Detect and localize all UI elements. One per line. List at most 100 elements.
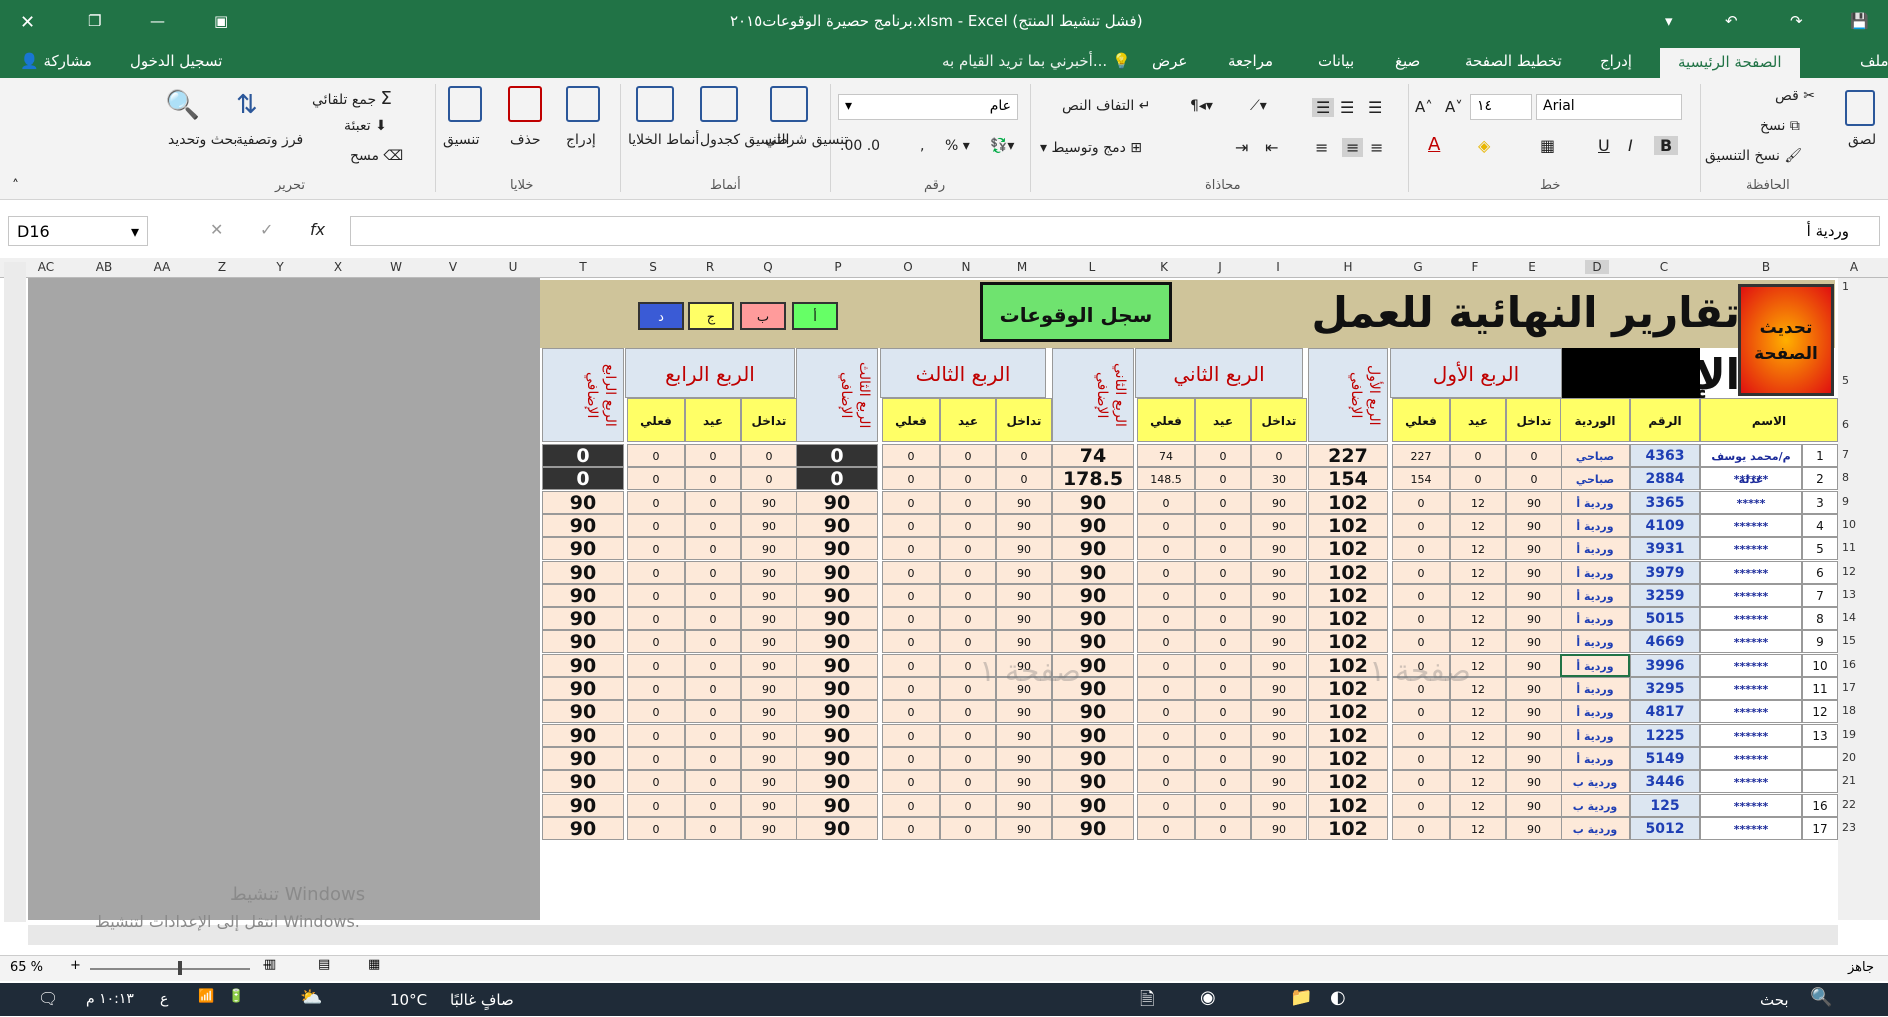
row-header[interactable]: 13 (1842, 588, 1856, 601)
comma-icon[interactable]: , (920, 138, 924, 154)
clock[interactable]: ١٠:١٣ م (86, 991, 134, 1007)
column-header[interactable]: F (1463, 260, 1487, 274)
selected-cell[interactable] (1560, 654, 1630, 677)
tab-home[interactable]: الصفحة الرئيسية (1660, 48, 1800, 78)
tab-view[interactable]: عرض (1152, 52, 1187, 70)
italic-button[interactable]: I (1628, 136, 1633, 155)
shrink-font-icon[interactable]: A˅ (1445, 98, 1463, 116)
vertical-scrollbar[interactable] (4, 262, 26, 922)
column-header[interactable]: P (826, 260, 850, 274)
cancel-icon[interactable]: ✕ (210, 220, 223, 239)
minimize-icon[interactable]: — (150, 12, 165, 30)
column-header[interactable]: M (1010, 260, 1034, 274)
cell-styles-button[interactable]: أنماط الخلايا (628, 132, 699, 148)
search-label[interactable]: بحث (1760, 991, 1789, 1009)
outdent-icon[interactable]: ⇤ (1265, 138, 1278, 157)
align-right-icon[interactable]: ≡ (1315, 138, 1328, 157)
fill-color-icon[interactable]: ◈ (1478, 136, 1490, 155)
column-header[interactable]: O (896, 260, 920, 274)
chrome-icon[interactable]: ◉ (1200, 987, 1216, 1008)
column-header[interactable]: U (501, 260, 525, 274)
formula-input[interactable]: وردية أ (350, 216, 1880, 246)
rtl-icon[interactable]: ¶◂▾ (1190, 98, 1213, 114)
normal-view-icon[interactable]: ▦ (368, 957, 380, 972)
underline-button[interactable]: U (1598, 136, 1610, 155)
notifications-icon[interactable]: 🗨 (38, 989, 58, 1008)
column-header[interactable]: X (326, 260, 350, 274)
fill-button[interactable]: تعبئة ⬇ (344, 118, 387, 134)
weather-icon[interactable]: ⛅ (300, 987, 322, 1008)
cut-button[interactable]: قص ✂ (1775, 88, 1815, 104)
explorer-icon[interactable]: 📁 (1290, 987, 1312, 1008)
font-size-select[interactable]: ١٤ (1470, 94, 1532, 120)
row-header[interactable]: 7 (1842, 448, 1849, 461)
qat-customize-icon[interactable]: ▾ (1665, 12, 1673, 30)
row-header[interactable]: 21 (1842, 774, 1856, 787)
zoom-thumb[interactable] (178, 961, 182, 975)
column-header[interactable]: L (1080, 260, 1104, 274)
share-button[interactable]: 👤 مشاركة (20, 52, 92, 70)
tab-formulas[interactable]: صيغ (1395, 52, 1420, 70)
column-header[interactable]: W (384, 260, 408, 274)
zoom-slider[interactable] (90, 968, 250, 970)
row-header[interactable]: 9 (1842, 495, 1849, 508)
delete-button[interactable]: حذف (510, 132, 541, 148)
row-header[interactable]: 11 (1842, 541, 1856, 554)
copy-button[interactable]: نسخ ⧉ (1760, 118, 1800, 134)
column-header[interactable]: AB (92, 260, 116, 274)
battery-icon[interactable]: 🔋 (228, 989, 244, 1004)
button-1[interactable]: أ (792, 302, 838, 330)
row-header[interactable]: 20 (1842, 751, 1856, 764)
spreadsheet-grid[interactable]: تقارير النهائية للعمل الإضافيتحديث الصفح… (540, 278, 1838, 920)
align-middle-icon[interactable]: ☰ (1340, 98, 1354, 117)
zoom-level[interactable]: 65 % (10, 960, 43, 975)
column-header[interactable]: AA (150, 260, 174, 274)
zoom-out-icon[interactable]: + (70, 958, 81, 973)
row-header[interactable]: 16 (1842, 658, 1856, 671)
excel-app-icon[interactable]: 🗎 (1140, 987, 1154, 1017)
autosum-button[interactable]: جمع تلقائي Σ (312, 88, 392, 109)
column-header[interactable]: Z (210, 260, 234, 274)
column-header[interactable]: AC (34, 260, 58, 274)
currency-icon[interactable]: 💱▾ (990, 138, 1014, 154)
find-select-button[interactable]: بحث وتحديد (168, 132, 237, 148)
tab-data[interactable]: بيانات (1318, 52, 1354, 70)
column-header[interactable]: C (1652, 260, 1676, 274)
button-2[interactable]: ب (740, 302, 786, 330)
close-icon[interactable]: ✕ (20, 12, 35, 33)
page-view-icon[interactable]: ▤ (318, 957, 330, 972)
font-name-select[interactable]: Arial (1536, 94, 1682, 120)
column-header[interactable]: H (1336, 260, 1360, 274)
tab-insert[interactable]: إدراج (1600, 52, 1632, 70)
save-icon[interactable]: 💾 (1850, 12, 1869, 30)
enter-icon[interactable]: ✓ (260, 220, 273, 239)
percent-icon[interactable]: % ▾ (945, 138, 970, 154)
tab-file[interactable]: ملف (1860, 52, 1888, 70)
button-3[interactable]: ج (688, 302, 734, 330)
log-button[interactable]: سجل الوقوعات (980, 282, 1172, 342)
format-painter-button[interactable]: نسخ التنسيق 🖌 (1705, 148, 1802, 164)
row-header[interactable]: 22 (1842, 798, 1856, 811)
row-header[interactable]: 17 (1842, 681, 1856, 694)
page-layout-icon[interactable]: ▥ (264, 957, 276, 972)
orientation-icon[interactable]: ⟋▾ (1250, 98, 1267, 114)
column-header[interactable]: E (1520, 260, 1544, 274)
align-bottom-icon[interactable]: ☰ (1368, 98, 1382, 117)
borders-icon[interactable]: ▦ (1540, 136, 1555, 155)
paste-button[interactable]: لصق (1848, 132, 1876, 148)
insert-function-icon[interactable]: fx (310, 220, 325, 239)
column-header[interactable]: B (1754, 260, 1778, 274)
format-table-button[interactable]: التنسيق كجدول (700, 132, 789, 148)
column-header[interactable]: A (1842, 260, 1866, 274)
column-header[interactable]: D (1585, 260, 1609, 274)
insert-button[interactable]: إدراج (566, 132, 596, 148)
column-header[interactable]: Y (268, 260, 292, 274)
row-header[interactable]: 6 (1842, 418, 1849, 431)
sign-in-link[interactable]: تسجيل الدخول (130, 52, 222, 70)
undo-icon[interactable]: ↶ (1725, 12, 1738, 30)
row-header[interactable]: 10 (1842, 518, 1856, 531)
search-icon[interactable]: 🔍 (1810, 987, 1832, 1008)
row-header[interactable]: 23 (1842, 821, 1856, 834)
language-indicator[interactable]: ع (160, 991, 168, 1007)
column-header[interactable]: G (1406, 260, 1430, 274)
